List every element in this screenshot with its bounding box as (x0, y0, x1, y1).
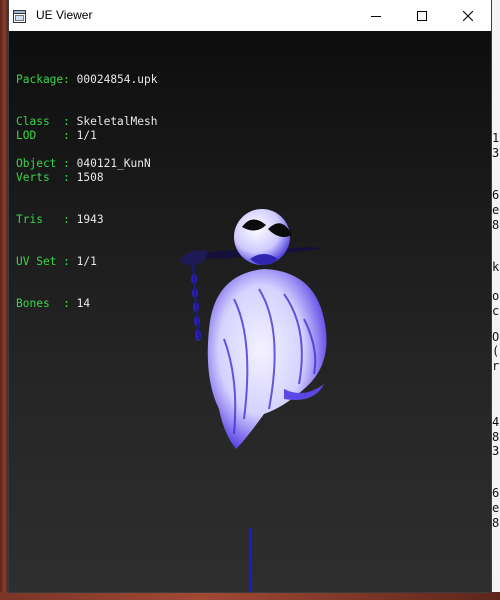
stat-value: 1943 (76, 213, 104, 226)
up-axis-line (249, 528, 251, 592)
stat-label: Verts (16, 171, 64, 184)
minimize-button[interactable] (353, 0, 399, 31)
stat-row-tris: Tris : 1943 (16, 213, 104, 226)
stat-value: 1508 (76, 171, 104, 184)
background-char: ( (492, 344, 500, 358)
background-char: 6 (492, 486, 500, 500)
background-char: c (492, 304, 500, 318)
close-icon (463, 10, 473, 21)
title-bar[interactable]: UE Viewer (9, 0, 491, 31)
mesh-stats: LOD : 1/1 Verts : 1508 Tris : 1943 UV Se… (16, 101, 104, 339)
stat-label: Tris (16, 213, 64, 226)
stat-label: LOD (16, 129, 64, 142)
mesh-viewport[interactable]: Package: 00024854.upk Class : SkeletalMe… (9, 31, 491, 592)
background-char: 6 (492, 188, 500, 202)
background-char: 8 (492, 430, 500, 444)
background-char: 3 (492, 444, 500, 458)
ue-viewer-window: UE Viewer Package: 00024854.upk Class : … (9, 0, 491, 592)
background-char: k (492, 260, 500, 274)
window-title: UE Viewer (36, 8, 93, 22)
info-value: 00024854.upk (76, 73, 158, 86)
background-char: 1 (492, 131, 500, 145)
background-char: 8 (492, 516, 500, 530)
info-label: Package (16, 73, 64, 86)
stat-row-bones: Bones : 14 (16, 297, 91, 310)
stat-value: 14 (76, 297, 91, 310)
stat-label: Bones (16, 297, 64, 310)
maximize-icon (417, 10, 427, 21)
minimize-icon (371, 15, 381, 17)
stat-row-lod: LOD : 1/1 (16, 129, 97, 142)
desktop-background-bottom (0, 592, 500, 600)
background-window-edge: 1 3 6 e 8 k o c O ( r 4 8 3 6 e 8 (491, 0, 500, 600)
stat-row-uvset: UV Set : 1/1 (16, 255, 97, 268)
stat-value: 1/1 (76, 129, 97, 142)
background-char: O (492, 330, 500, 344)
background-char: r (492, 359, 500, 373)
stat-row-verts: Verts : 1508 (16, 171, 104, 184)
close-button[interactable] (445, 0, 491, 31)
stat-value: 1/1 (76, 255, 97, 268)
window-icon[interactable] (13, 8, 26, 23)
background-char: 3 (492, 146, 500, 160)
stat-label: UV Set (16, 255, 64, 268)
background-char: e (492, 203, 500, 217)
background-char: 8 (492, 218, 500, 232)
background-char: 4 (492, 415, 500, 429)
desktop-background-left (0, 0, 9, 600)
background-char: o (492, 289, 500, 303)
background-char: e (492, 501, 500, 515)
maximize-button[interactable] (399, 0, 445, 31)
info-row-package: Package: 00024854.upk (16, 73, 158, 86)
skeletal-mesh-render (179, 209, 327, 449)
